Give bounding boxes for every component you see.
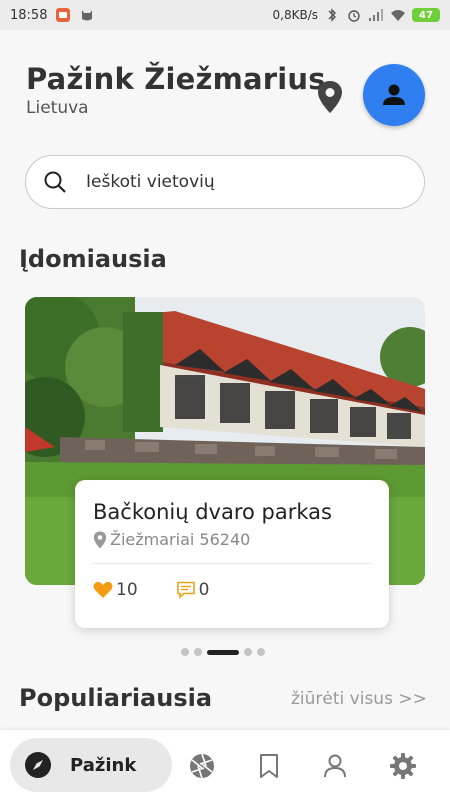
place-name: Bačkonių dvaro parkas: [93, 500, 332, 524]
bookmark-icon[interactable]: [255, 752, 283, 780]
profile-avatar-button[interactable]: [363, 64, 425, 126]
settings-gear-icon[interactable]: [389, 752, 417, 780]
bluetooth-icon: [328, 8, 336, 22]
person-icon: [383, 84, 405, 105]
bottom-navigation: Pažink: [0, 730, 450, 800]
see-all-link[interactable]: žiūrėti visus >>: [291, 689, 427, 709]
signal-icon: [369, 9, 383, 21]
carousel-dot[interactable]: [194, 648, 202, 656]
search-input[interactable]: Ieškoti vietovių: [25, 155, 425, 209]
network-speed: 0,8KB/s: [272, 8, 318, 22]
heart-icon: [93, 581, 113, 598]
wifi-icon: [391, 10, 405, 21]
comments-stat[interactable]: 0: [176, 580, 210, 600]
camera-aperture-icon[interactable]: [188, 752, 216, 780]
app-subtitle: Lietuva: [26, 98, 89, 118]
search-icon: [44, 171, 66, 193]
comment-icon: [176, 581, 195, 599]
alarm-icon: [348, 10, 360, 22]
likes-stat[interactable]: 10: [93, 580, 138, 600]
carousel-dot[interactable]: [181, 648, 189, 656]
status-bar: 18:58 0,8KB/s 47: [0, 0, 450, 30]
likes-count: 10: [116, 580, 138, 600]
search-placeholder: Ieškoti vietovių: [86, 172, 215, 192]
nav-label-explore: Pažink: [70, 754, 137, 776]
location-pin-icon[interactable]: [316, 80, 344, 114]
section-title-featured: Įdomiausia: [19, 245, 167, 273]
featured-place-card[interactable]: Bačkonių dvaro parkas Žiežmariai 56240 1…: [75, 480, 389, 628]
location-pin-icon: [93, 531, 107, 548]
nav-item-explore[interactable]: Pažink: [10, 738, 172, 792]
section-title-popular: Populiariausia: [19, 684, 213, 712]
header: Pažink Žiežmarius Lietuva: [26, 62, 326, 118]
person-icon[interactable]: [321, 752, 349, 780]
place-address: Žiežmariai 56240: [93, 530, 371, 549]
app-notification-icon: [56, 8, 71, 22]
app-title: Pažink Žiežmarius: [26, 62, 326, 96]
address-text: Žiežmariai 56240: [110, 530, 251, 549]
status-time: 18:58: [10, 7, 48, 23]
carousel-dot[interactable]: [257, 648, 265, 656]
place-stats: 10 0: [93, 580, 371, 600]
cat-notification-icon: [82, 10, 93, 21]
battery-indicator: 47: [412, 8, 440, 22]
carousel-indicator: [181, 648, 265, 656]
compass-icon: [25, 752, 51, 778]
carousel-dot[interactable]: [244, 648, 252, 656]
carousel-dot-active[interactable]: [207, 649, 239, 655]
comments-count: 0: [198, 580, 210, 600]
card-divider: [93, 563, 371, 564]
